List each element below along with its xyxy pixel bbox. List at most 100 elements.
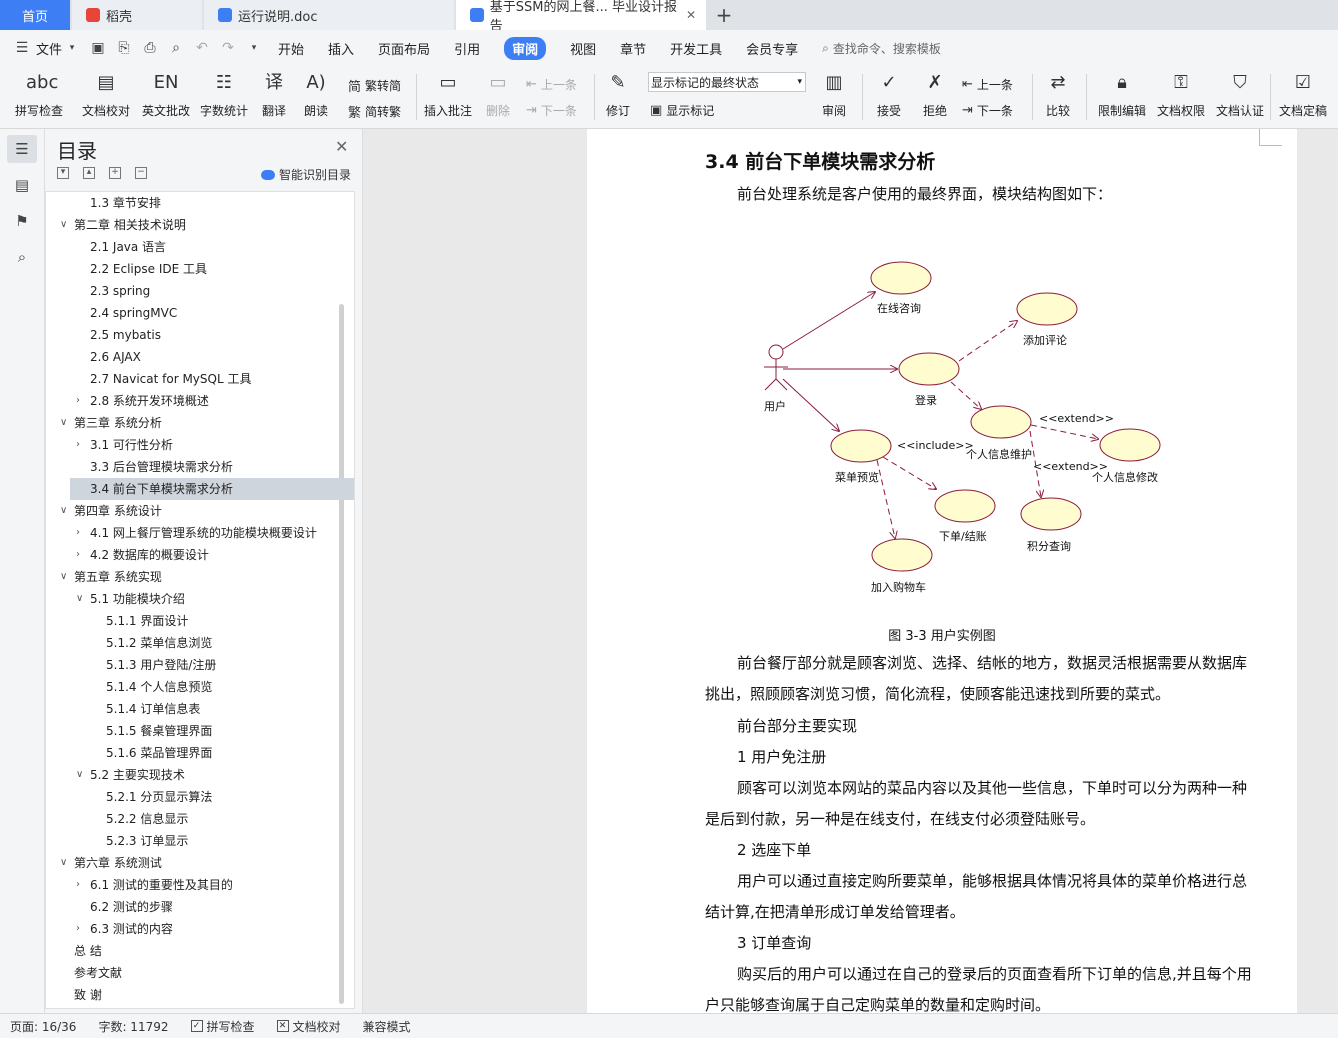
spell-check-button[interactable]: abc 拼写检查 bbox=[10, 70, 68, 119]
toc-item[interactable]: 3.3 后台管理模块需求分析 bbox=[90, 456, 233, 478]
toc-item[interactable]: 6.2 测试的步骤 bbox=[90, 896, 173, 918]
toc-item[interactable]: › 4.2 数据库的概要设计 bbox=[76, 544, 209, 566]
prev-change-button[interactable]: ⇤ 上一条 bbox=[962, 76, 1013, 93]
menu-review[interactable]: 审阅 bbox=[504, 36, 547, 60]
doc-auth-button[interactable]: ⛉ 文档认证 bbox=[1212, 70, 1268, 119]
remove-heading-icon[interactable]: − bbox=[135, 167, 147, 179]
toc-item[interactable]: 5.1.3 用户登陆/注册 bbox=[106, 654, 216, 676]
output-icon[interactable]: ⎘ bbox=[116, 40, 132, 56]
smart-toc-button[interactable]: 智能识别目录 bbox=[261, 166, 351, 183]
redo-icon[interactable]: ↷ bbox=[220, 40, 236, 56]
accept-button[interactable]: ✓ 接受 bbox=[868, 70, 910, 119]
toc-item[interactable]: 2.7 Navicat for MySQL 工具 bbox=[90, 368, 251, 390]
chevron-down-icon[interactable]: ▾ bbox=[64, 40, 80, 56]
command-search[interactable]: ⌕ 查找命令、搜索模板 bbox=[822, 40, 941, 57]
menu-member[interactable]: 会员专享 bbox=[746, 39, 798, 58]
toc-item[interactable]: › 6.3 测试的内容 bbox=[76, 918, 173, 940]
preview-icon[interactable]: ⌕ bbox=[168, 40, 184, 56]
chevron-right-icon[interactable]: › bbox=[76, 390, 80, 412]
chevron-right-icon[interactable]: › bbox=[76, 874, 80, 896]
menu-view[interactable]: 视图 bbox=[570, 39, 596, 58]
toc-item[interactable]: ∨ 5.2 主要实现技术 bbox=[76, 764, 185, 786]
insert-comment-button[interactable]: ▭ 插入批注 bbox=[422, 70, 474, 119]
close-icon[interactable]: ✕ bbox=[335, 137, 348, 156]
toc-item[interactable]: 5.2.2 信息显示 bbox=[106, 808, 188, 830]
toc-item[interactable]: 2.3 spring bbox=[90, 280, 150, 302]
collapse-all-icon[interactable]: ▾ bbox=[57, 167, 69, 179]
chevron-right-icon[interactable]: › bbox=[76, 522, 80, 544]
tab-run-doc[interactable]: 运行说明.doc bbox=[204, 0, 454, 30]
bookmark-icon[interactable]: ⚑ bbox=[7, 207, 37, 235]
toc-item[interactable]: 5.1.6 菜品管理界面 bbox=[106, 742, 212, 764]
restrict-edit-button[interactable]: 🔒︎ 限制编辑 bbox=[1094, 70, 1150, 119]
toc-icon[interactable]: ☰ bbox=[7, 135, 37, 163]
toc-item[interactable]: 参考文献 bbox=[74, 962, 122, 984]
new-tab-button[interactable]: + bbox=[712, 0, 736, 30]
document-page[interactable]: 3.4 前台下单模块需求分析 前台处理系统是客户使用的最终界面，模块结构图如下：… bbox=[587, 129, 1297, 1013]
toc-item[interactable]: ∨ 第二章 相关技术说明 bbox=[60, 214, 186, 236]
review-pane-button[interactable]: ▥ 审阅 bbox=[812, 70, 856, 119]
chevron-down-icon[interactable]: ∨ bbox=[60, 412, 67, 434]
add-heading-icon[interactable]: + bbox=[109, 167, 121, 179]
toc-item[interactable]: 3.4 前台下单模块需求分析 bbox=[70, 478, 354, 500]
tab-daoke[interactable]: 稻壳 bbox=[72, 0, 202, 30]
menu-insert[interactable]: 插入 bbox=[328, 39, 354, 58]
chevron-down-icon[interactable]: ∨ bbox=[60, 566, 67, 588]
toc-item[interactable]: 2.1 Java 语言 bbox=[90, 236, 166, 258]
toc-item[interactable]: 5.1.1 界面设计 bbox=[106, 610, 188, 632]
word-count-button[interactable]: ☷ 字数统计 bbox=[198, 70, 250, 119]
toc-item[interactable]: 5.2.1 分页显示算法 bbox=[106, 786, 212, 808]
search-icon[interactable]: ⌕ bbox=[7, 243, 37, 271]
compare-button[interactable]: ⇄ 比较 bbox=[1038, 70, 1078, 119]
toc-item[interactable]: 2.6 AJAX bbox=[90, 346, 141, 368]
navigation-icon[interactable]: ▤ bbox=[7, 171, 37, 199]
toc-item[interactable]: ∨ 第四章 系统设计 bbox=[60, 500, 162, 522]
menu-reference[interactable]: 引用 bbox=[454, 39, 480, 58]
chevron-down-icon[interactable]: ∨ bbox=[76, 588, 83, 610]
menu-start[interactable]: 开始 bbox=[278, 39, 304, 58]
show-markup-button[interactable]: ▣ 显示标记 bbox=[650, 102, 714, 119]
toc-item[interactable]: 5.1.5 餐桌管理界面 bbox=[106, 720, 212, 742]
status-spell-check[interactable]: ✓ 拼写检查 bbox=[190, 1018, 255, 1035]
english-correct-button[interactable]: EN 英文批改 bbox=[138, 70, 194, 119]
read-aloud-button[interactable]: A) 朗读 bbox=[298, 70, 334, 119]
toc-item[interactable]: 总 结 bbox=[74, 940, 102, 962]
doc-permission-button[interactable]: ⚿ 文档权限 bbox=[1154, 70, 1208, 119]
toc-item[interactable]: ∨ 第三章 系统分析 bbox=[60, 412, 162, 434]
toc-item[interactable]: ∨ 第六章 系统测试 bbox=[60, 852, 162, 874]
chevron-right-icon[interactable]: › bbox=[76, 918, 80, 940]
toc-item[interactable]: 5.1.2 菜单信息浏览 bbox=[106, 632, 212, 654]
reject-button[interactable]: ✗ 拒绝 bbox=[914, 70, 956, 119]
toc-item[interactable]: 5.1.4 个人信息预览 bbox=[106, 676, 212, 698]
trad-to-simp-button[interactable]: 简繁转简 bbox=[348, 76, 401, 95]
save-icon[interactable]: ▣ bbox=[90, 40, 106, 56]
menu-layout[interactable]: 页面布局 bbox=[378, 39, 430, 58]
chevron-down-icon[interactable]: ▾ bbox=[246, 40, 262, 56]
status-doc-proof[interactable]: ✕ 文档校对 bbox=[276, 1018, 341, 1035]
toc-item[interactable]: 5.1.4 订单信息表 bbox=[106, 698, 200, 720]
toc-item[interactable]: 2.2 Eclipse IDE 工具 bbox=[90, 258, 207, 280]
doc-proof-button[interactable]: ▤ 文档校对 bbox=[78, 70, 134, 119]
toc-scrollbar[interactable] bbox=[339, 304, 344, 1004]
hamburger-icon[interactable]: ☰ bbox=[14, 40, 30, 56]
tab-thesis[interactable]: 基于SSM的网上餐... 毕业设计报告 ✕ bbox=[456, 0, 706, 34]
toc-item[interactable]: › 4.1 网上餐厅管理系统的功能模块概要设计 bbox=[76, 522, 317, 544]
print-icon[interactable]: ⎙ bbox=[142, 40, 158, 56]
toc-item[interactable]: › 2.8 系统开发环境概述 bbox=[76, 390, 209, 412]
chevron-down-icon[interactable]: ∨ bbox=[60, 852, 67, 874]
toc-item[interactable]: › 3.1 可行性分析 bbox=[76, 434, 173, 456]
chevron-right-icon[interactable]: › bbox=[76, 544, 80, 566]
chevron-right-icon[interactable]: › bbox=[76, 434, 80, 456]
menu-file[interactable]: 文件 bbox=[36, 39, 62, 58]
toc-item[interactable]: 2.5 mybatis bbox=[90, 324, 161, 346]
translate-button[interactable]: 译翻译 bbox=[256, 70, 292, 119]
tab-home[interactable]: 首页 bbox=[0, 0, 70, 30]
menu-developer[interactable]: 开发工具 bbox=[670, 39, 722, 58]
next-change-button[interactable]: ⇥ 下一条 bbox=[962, 102, 1013, 119]
toc-item[interactable]: 致 谢 bbox=[74, 984, 102, 1006]
next-comment-button[interactable]: ⇥ 下一条 bbox=[526, 102, 577, 119]
menu-chapter[interactable]: 章节 bbox=[620, 39, 646, 58]
doc-final-button[interactable]: ☑ 文档定稿 bbox=[1276, 70, 1330, 119]
prev-comment-button[interactable]: ⇤ 上一条 bbox=[526, 76, 577, 93]
chevron-down-icon[interactable]: ∨ bbox=[60, 500, 67, 522]
